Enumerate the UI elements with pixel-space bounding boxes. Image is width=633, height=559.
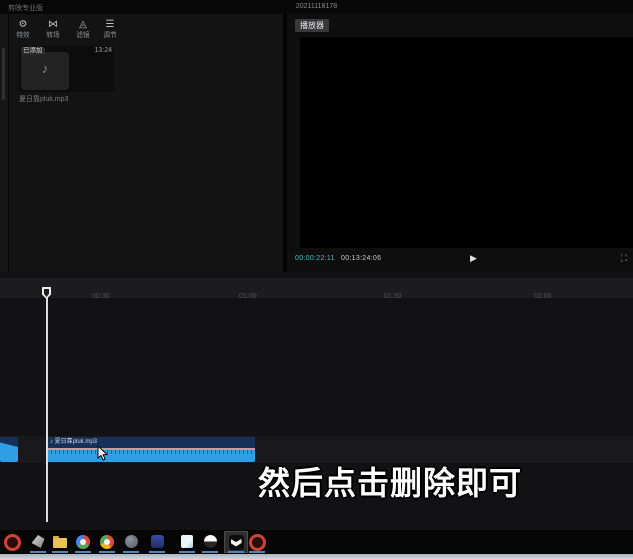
- taskbar: [0, 530, 633, 554]
- screen-bottom-strip: [0, 554, 633, 559]
- clip-header: ♪ 夏日靠pluk.mp3: [47, 437, 255, 448]
- play-icon: ▶: [470, 253, 477, 263]
- tab-transitions-label: 转场: [46, 32, 60, 39]
- adjust-icon: ☰: [105, 19, 115, 30]
- music-app-icon[interactable]: [202, 534, 218, 550]
- running-indicator: [123, 551, 139, 553]
- jianying-logo-icon: [228, 535, 244, 550]
- timeline-panel: 00:30 01:00 01:30 02:00 ♪ 夏日靠pluk.mp3 然后…: [0, 272, 633, 530]
- running-indicator: [99, 551, 115, 553]
- audio-clip-fragment[interactable]: [0, 437, 18, 462]
- running-indicator: [30, 551, 46, 553]
- explorer-app-icon[interactable]: [30, 534, 46, 550]
- media-duration: 13:24: [94, 47, 112, 54]
- preview-controls: 00:00:22:11 00:13:24:06 ▶ ⛶: [287, 250, 633, 268]
- tab-transitions[interactable]: ⋈ 转场: [40, 19, 66, 45]
- filters-icon: ◬: [79, 19, 87, 30]
- effects-icon: ⚙: [18, 19, 28, 30]
- music-note-icon: ♪: [41, 61, 49, 76]
- preview-panel: 播放器 00:00:22:11 00:13:24:06 ▶ ⛶: [287, 14, 633, 272]
- ruler-tick-label: 00:30: [92, 293, 110, 300]
- jianying-app-icon-active[interactable]: [224, 531, 248, 553]
- timeline-ruler[interactable]: 00:30 01:00 01:30 02:00: [0, 278, 633, 300]
- tab-effects-label: 特效: [16, 32, 30, 39]
- left-edge-strip: [0, 14, 9, 272]
- browser-multicolor-icon[interactable]: [75, 534, 91, 550]
- app-window: 剪映专业版 20211118178 ⚙ 特效 ⋈ 转场 ◬ 滤镜 ☰ 调节 ♪ …: [0, 0, 633, 559]
- ruler-tick-label: 02:00: [534, 293, 552, 300]
- transitions-icon: ⋈: [48, 19, 58, 30]
- ruler-tick-label: 01:00: [239, 293, 257, 300]
- browser-warm-icon[interactable]: [99, 534, 115, 550]
- preview-header-tab: 播放器: [295, 19, 329, 32]
- notes-app-icon[interactable]: [179, 534, 195, 550]
- running-indicator: [249, 551, 265, 553]
- running-indicator: [149, 551, 165, 553]
- video-viewport: [300, 37, 633, 248]
- music-note-icon: ♪: [50, 439, 53, 445]
- media-item-card[interactable]: ♪ 已添加 13:24: [19, 46, 114, 92]
- folder-icon[interactable]: [52, 534, 68, 550]
- running-indicator: [75, 551, 91, 553]
- media-thumbnail: ♪: [21, 52, 69, 90]
- ruler-tick-label: 01:30: [384, 293, 402, 300]
- recorder-icon[interactable]: [4, 534, 21, 551]
- playhead-handle-inner: [44, 289, 49, 297]
- blue-app-icon[interactable]: [149, 534, 165, 550]
- fullscreen-button[interactable]: ⛶: [621, 253, 627, 264]
- gray-app-icon[interactable]: [123, 534, 139, 550]
- running-indicator: [228, 551, 244, 553]
- tab-effects[interactable]: ⚙ 特效: [10, 19, 36, 45]
- running-indicator: [179, 551, 195, 553]
- media-filename: 夏日靠pluk.mp3: [19, 96, 69, 103]
- upper-workspace: ⚙ 特效 ⋈ 转场 ◬ 滤镜 ☰ 调节 ♪ 已添加 13:24 夏日靠pluk.…: [0, 14, 633, 272]
- running-indicator: [202, 551, 218, 553]
- document-title: 20211118178: [295, 3, 338, 10]
- audio-clip-main[interactable]: ♪ 夏日靠pluk.mp3: [47, 437, 255, 462]
- clip-waveform-body: [47, 450, 255, 462]
- playhead-line[interactable]: [46, 288, 48, 522]
- tab-filters-label: 滤镜: [76, 32, 90, 39]
- media-library-panel: ⚙ 特效 ⋈ 转场 ◬ 滤镜 ☰ 调节 ♪ 已添加 13:24 夏日靠pluk.…: [9, 14, 283, 272]
- timecode-current: 00:00:22:11: [295, 255, 335, 262]
- recorder-icon-2[interactable]: [249, 534, 266, 551]
- clip-label: 夏日靠pluk.mp3: [54, 439, 98, 445]
- timecode-total: 00:13:24:06: [341, 255, 382, 262]
- timecode: 00:00:22:11 00:13:24:06: [295, 255, 381, 262]
- scrollbar-thumb[interactable]: [2, 48, 5, 100]
- fullscreen-icon: ⛶: [620, 253, 627, 263]
- subtitle-text: 然后点击删除即可: [258, 465, 523, 501]
- play-button[interactable]: ▶: [470, 253, 477, 264]
- mouse-cursor-icon: [97, 444, 109, 467]
- waveform-shape: [0, 437, 18, 447]
- tab-filters[interactable]: ◬ 滤镜: [70, 19, 96, 45]
- title-bar: 剪映专业版 20211118178: [0, 0, 633, 14]
- running-indicator: [52, 551, 68, 553]
- tab-adjust-label: 调节: [103, 32, 117, 39]
- added-badge: 已添加: [21, 47, 45, 55]
- tab-adjust[interactable]: ☰ 调节: [97, 19, 123, 45]
